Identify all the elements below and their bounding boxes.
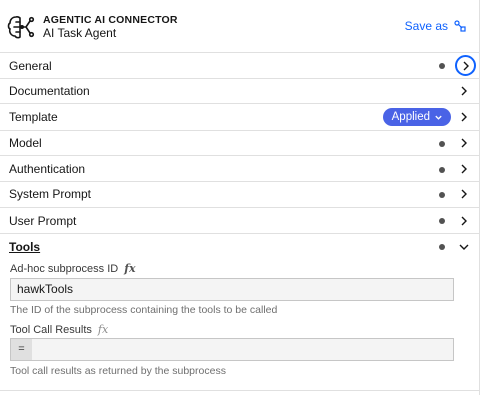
group-title-user-prompt: User Prompt — [9, 214, 77, 228]
ai-agent-logo-icon — [7, 16, 35, 39]
subprocess-id-label: Ad-hoc subprocess ID fx — [10, 262, 136, 275]
group-user-prompt[interactable]: User Prompt — [0, 207, 480, 233]
group-title-system-prompt: System Prompt — [9, 187, 92, 201]
template-icon — [454, 20, 466, 32]
chevron-right-icon[interactable] — [458, 215, 470, 227]
tool-call-results-label: Tool Call Results fx — [10, 323, 108, 336]
fx-icon: fx — [97, 323, 109, 336]
chevron-right-icon[interactable] — [458, 111, 470, 123]
applied-label: Applied — [391, 111, 430, 123]
group-general[interactable]: General — [0, 52, 480, 78]
chevron-down-icon — [435, 115, 442, 120]
chevron-right-icon[interactable] — [458, 163, 470, 175]
tool-call-results-input[interactable]: = — [10, 338, 454, 361]
group-title-authentication: Authentication — [9, 162, 86, 176]
group-tools: Tools Ad-hoc subprocess ID fx hawkTools … — [0, 233, 480, 390]
divider — [0, 390, 480, 391]
group-data-indicator — [439, 244, 445, 250]
chevron-right-icon[interactable] — [458, 85, 470, 97]
group-title-model: Model — [9, 136, 42, 150]
chevron-right-icon — [463, 61, 469, 71]
group-toggle-general[interactable] — [455, 55, 476, 76]
element-type-label: AGENTIC AI CONNECTOR — [43, 14, 178, 26]
group-documentation[interactable]: Documentation — [0, 78, 480, 103]
tool-call-results-label-text: Tool Call Results — [10, 323, 92, 336]
group-model[interactable]: Model — [0, 130, 480, 155]
subprocess-id-label-text: Ad-hoc subprocess ID — [10, 262, 119, 275]
subprocess-id-helper: The ID of the subprocess containing the … — [10, 304, 278, 316]
save-as-button[interactable]: Save as — [405, 19, 466, 33]
group-data-indicator — [439, 167, 445, 173]
group-title-tools[interactable]: Tools — [9, 234, 40, 260]
group-title-general: General — [9, 59, 52, 73]
group-title-documentation: Documentation — [9, 84, 90, 98]
chevron-down-icon[interactable] — [458, 241, 470, 253]
properties-panel: AGENTIC AI CONNECTOR AI Task Agent Save … — [0, 0, 480, 395]
chevron-right-icon[interactable] — [458, 188, 470, 200]
group-title-template: Template — [9, 110, 58, 124]
feel-prefix: = — [11, 339, 32, 360]
panel-header: AGENTIC AI CONNECTOR AI Task Agent Save … — [0, 0, 480, 52]
tool-call-results-helper: Tool call results as returned by the sub… — [10, 365, 226, 377]
group-authentication[interactable]: Authentication — [0, 155, 480, 181]
fx-icon[interactable]: fx — [124, 262, 135, 275]
subprocess-id-input[interactable]: hawkTools — [10, 278, 454, 301]
group-data-indicator — [439, 218, 445, 224]
chevron-right-icon[interactable] — [458, 137, 470, 149]
save-as-label: Save as — [404, 19, 448, 33]
group-data-indicator — [439, 192, 445, 198]
template-applied-badge[interactable]: Applied — [382, 108, 451, 126]
group-system-prompt[interactable]: System Prompt — [0, 181, 480, 207]
element-name-label: AI Task Agent — [43, 26, 117, 40]
group-data-indicator — [439, 63, 445, 69]
group-data-indicator — [439, 141, 445, 147]
group-template[interactable]: Template Applied — [0, 103, 480, 130]
